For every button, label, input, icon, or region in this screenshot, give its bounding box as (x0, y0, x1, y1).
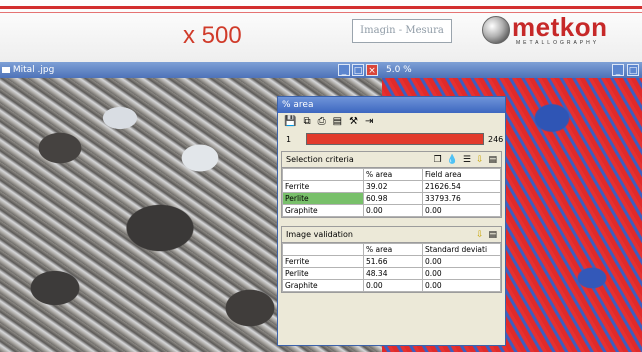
red-rule (0, 6, 642, 9)
image-validation-table: % area Standard deviati Ferrite 51.66 0.… (282, 243, 501, 292)
area-value: 60.98 (363, 192, 423, 205)
table-row[interactable]: Ferrite 39.02 21626.54 (282, 180, 501, 193)
column-header: Standard deviati (422, 243, 501, 256)
area-dialog: % area 💾 ⧉ ⎙ ▤ ⚒ ⇥ 1 246 Selection crite… (277, 96, 506, 346)
minimize-button[interactable]: _ (612, 64, 624, 76)
minimize-button[interactable]: _ (338, 64, 350, 76)
maximize-button[interactable]: □ (352, 64, 364, 76)
copy-icon[interactable]: ⧉ (303, 116, 310, 127)
left-window-title: Mital .jpg (12, 65, 55, 75)
logo-name: metkon (512, 12, 608, 42)
field-value: 0.00 (422, 204, 501, 217)
threshold-value: 246 (488, 134, 504, 144)
logo-globe-icon (482, 16, 510, 44)
phase-name: Graphite (282, 279, 364, 292)
field-value: 21626.54 (422, 180, 501, 193)
image-validation-group: Image validation ⇩ ▤ % area Standard dev… (281, 226, 502, 293)
phase-name: Perlite (282, 192, 364, 205)
dialog-title[interactable]: % area (278, 97, 505, 113)
table-row[interactable]: Perlite 48.34 0.00 (282, 267, 501, 280)
table-row[interactable]: Graphite 0.00 0.00 (282, 279, 501, 292)
area-value: 0.00 (363, 279, 423, 292)
list-icon[interactable]: ☰ (463, 155, 471, 165)
area-value: 51.66 (363, 255, 423, 268)
phase-name: Ferrite (282, 180, 364, 193)
column-header: % area (363, 243, 423, 256)
column-header: Field area (422, 168, 501, 181)
threshold-slider[interactable] (306, 133, 484, 145)
column-header (282, 243, 364, 256)
area-value: 0.00 (363, 204, 423, 217)
drop-icon[interactable]: 💧 (447, 155, 458, 165)
area-value: 39.02 (363, 180, 423, 193)
image-validation-label: Image validation (286, 230, 353, 239)
header-banner: x 500 Imagin - Mesura metkon METALLOGRAP… (0, 0, 642, 62)
imagin-mesura-box: Imagin - Mesura (352, 19, 452, 43)
sheet-icon[interactable]: ▤ (488, 155, 497, 165)
deviation-value: 0.00 (422, 267, 501, 280)
save-icon[interactable]: 💾 (284, 116, 296, 127)
dialog-toolbar: 💾 ⧉ ⎙ ▤ ⚒ ⇥ (278, 113, 505, 129)
column-header: % area (363, 168, 423, 181)
area-value: 48.34 (363, 267, 423, 280)
selection-criteria-header: Selection criteria ❐ 💧 ☰ ⇩ ▤ (282, 152, 501, 168)
deviation-value: 0.00 (422, 279, 501, 292)
tools-icon[interactable]: ⚒ (349, 116, 358, 127)
selection-criteria-table: % area Field area Ferrite 39.02 21626.54… (282, 168, 501, 217)
magnification-label: x 500 (183, 22, 242, 49)
selection-criteria-group: Selection criteria ❐ 💧 ☰ ⇩ ▤ % area Fiel… (281, 151, 502, 218)
arrow-down-icon[interactable]: ⇩ (476, 230, 484, 240)
table-row[interactable]: Graphite 0.00 0.00 (282, 204, 501, 217)
phase-name: Graphite (282, 204, 364, 217)
table-row[interactable]: Ferrite 51.66 0.00 (282, 255, 501, 268)
phase-name: Perlite (282, 267, 364, 280)
logo-subtitle: METALLOGRAPHY (516, 40, 600, 46)
table-row[interactable]: Perlite 60.98 33793.76 (282, 192, 501, 205)
table-header-row: % area Standard deviati (282, 243, 501, 256)
exit-icon[interactable]: ⇥ (365, 116, 373, 127)
column-header (282, 168, 364, 181)
image-validation-header: Image validation ⇩ ▤ (282, 227, 501, 243)
threshold-bar: 1 246 (278, 130, 505, 148)
field-value: 33793.76 (422, 192, 501, 205)
layers-icon[interactable]: ❐ (434, 155, 442, 165)
table-header-row: % area Field area (282, 168, 501, 181)
close-button[interactable]: × (366, 64, 378, 76)
phase-name: Ferrite (282, 255, 364, 268)
sheet-icon[interactable]: ▤ (333, 116, 342, 127)
right-window-titlebar[interactable]: 5.0 % (382, 62, 642, 78)
maximize-button[interactable]: □ (627, 64, 639, 76)
threshold-label: 1 (286, 134, 292, 144)
window-icon (2, 66, 10, 73)
selection-criteria-label: Selection criteria (286, 155, 354, 164)
arrow-down-icon[interactable]: ⇩ (476, 155, 484, 165)
print-icon[interactable]: ⎙ (318, 116, 326, 127)
metkon-logo: metkon METALLOGRAPHY (480, 12, 630, 50)
right-window-title: 5.0 % (386, 65, 412, 75)
left-window-titlebar[interactable]: Mital .jpg (0, 62, 382, 78)
sheet-icon[interactable]: ▤ (488, 230, 497, 240)
deviation-value: 0.00 (422, 255, 501, 268)
